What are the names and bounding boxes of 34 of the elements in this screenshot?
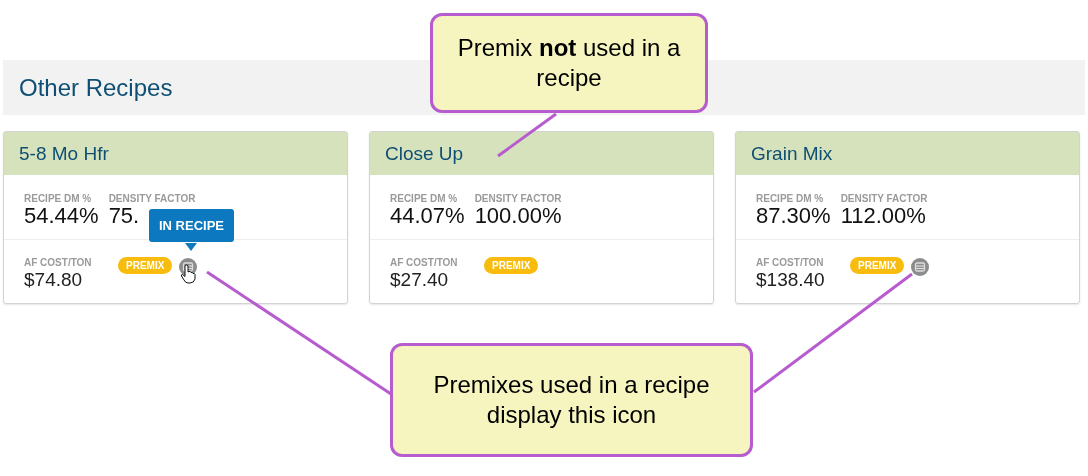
leader-line (497, 112, 557, 158)
hand-cursor-icon (180, 264, 199, 284)
recipe-card[interactable]: 5-8 Mo Hfr RECIPE DM % 54.44% DENSITY FACTOR 75. IN RECIPE AF COST/TON $74.80 PREMIX (3, 131, 348, 304)
stat-value: 75. (108, 204, 140, 228)
stat-label: DENSITY FACTOR (840, 193, 928, 204)
recipe-name: Close Up (385, 142, 464, 165)
stat-value: 54.44% (24, 204, 99, 228)
stat-label: AF COST/TON (390, 257, 459, 268)
stat-label: DENSITY FACTOR (108, 193, 196, 204)
cost-value: $138.40 (756, 268, 826, 292)
stat-label: DENSITY FACTOR (474, 193, 562, 204)
tooltip: IN RECIPE (149, 209, 234, 242)
premix-badge: PREMIX (850, 257, 905, 274)
callout: Premixes used in a recipe display this icon (390, 343, 753, 457)
stat-value: 100.00% (474, 204, 562, 228)
callout: Premix not used in a recipe (430, 13, 708, 113)
premix-badge: PREMIX (484, 257, 539, 274)
cost-value: $27.40 (390, 268, 450, 292)
cost-value: $74.80 (24, 268, 84, 292)
recipe-name: Grain Mix (751, 142, 833, 165)
recipe-card[interactable]: Close Up RECIPE DM % 44.07% DENSITY FACTOR 100.00% AF COST/TON $27.40 PREMIX (369, 131, 714, 304)
section-title: Other Recipes (19, 73, 173, 102)
stat-label: RECIPE DM % (390, 193, 459, 204)
stat-value: 87.30% (756, 204, 831, 228)
stat-label: AF COST/TON (24, 257, 93, 268)
tooltip-arrow-icon (185, 243, 197, 251)
stat-value: 112.00% (840, 204, 926, 228)
stat-label: RECIPE DM % (756, 193, 825, 204)
recipe-card[interactable]: Grain Mix RECIPE DM % 87.30% DENSITY FACTOR 112.00% AF COST/TON $138.40 PREMIX (735, 131, 1080, 304)
premix-badge: PREMIX (118, 257, 173, 274)
stat-value: 44.07% (390, 204, 465, 228)
stat-label: AF COST/TON (756, 257, 825, 268)
stat-label: RECIPE DM % (24, 193, 93, 204)
recipe-name: 5-8 Mo Hfr (19, 142, 109, 165)
